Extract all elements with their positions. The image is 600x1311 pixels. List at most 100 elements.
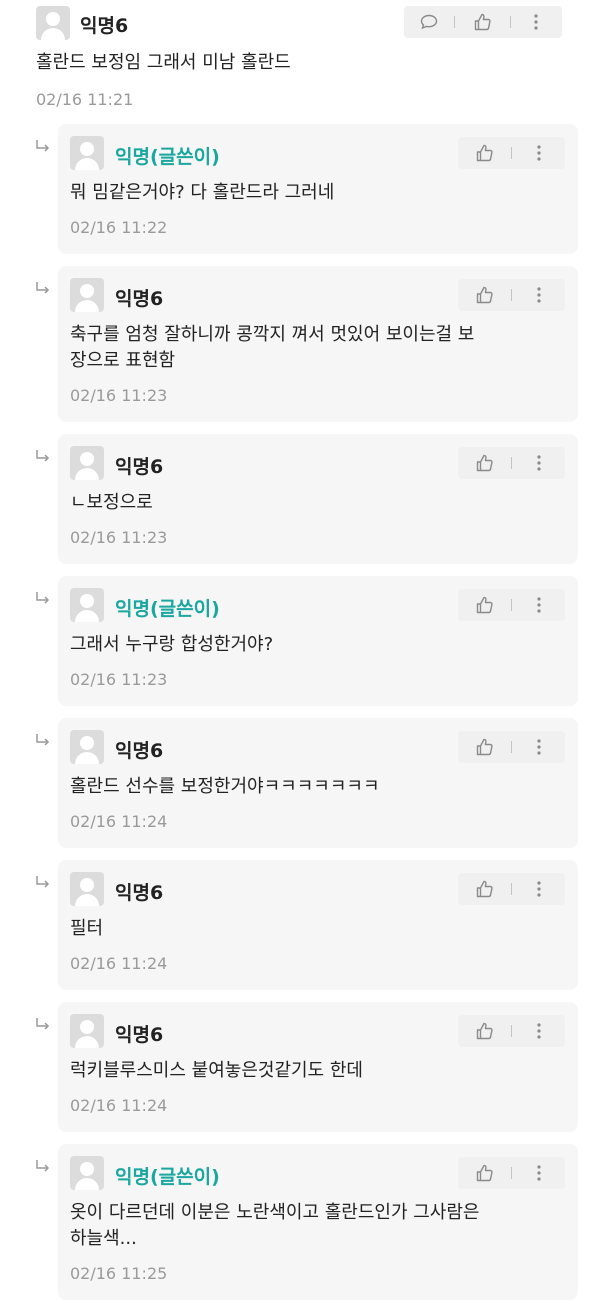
thumbs-up-icon xyxy=(476,144,493,162)
reply-text: ㄴ보정으로 xyxy=(70,492,153,513)
vertical-dots-icon xyxy=(536,287,541,303)
comment-author: 익명6 xyxy=(80,15,129,37)
reply-actions xyxy=(458,1015,565,1047)
thumbs-up-icon xyxy=(476,880,493,898)
avatar[interactable] xyxy=(70,136,104,170)
reply-actions xyxy=(458,1157,565,1189)
vertical-dots-icon xyxy=(536,739,541,755)
reply-time: 02/16 11:22 xyxy=(70,218,168,237)
reply-text: 필터 xyxy=(70,918,104,939)
reply-time: 02/16 11:23 xyxy=(70,386,168,405)
comment-time: 02/16 11:21 xyxy=(36,90,134,109)
reply-arrow-icon xyxy=(36,1018,50,1030)
reply-author: 익명(글쓴이) xyxy=(115,146,220,168)
thumbs-up-icon xyxy=(476,738,493,756)
avatar[interactable] xyxy=(70,446,104,480)
reply-author: 익명6 xyxy=(115,882,164,904)
like-button[interactable] xyxy=(458,731,511,763)
vertical-dots-icon xyxy=(536,1023,541,1039)
like-button[interactable] xyxy=(458,279,511,311)
reply-card: 익명6 축구를 엄청 잘하니까 콩깍지 껴서 멋있어 보이는걸 보 장으로 표현… xyxy=(58,266,578,422)
avatar[interactable] xyxy=(70,1156,104,1190)
like-button[interactable] xyxy=(458,589,511,621)
reply-text: 축구를 엄청 잘하니까 콩깍지 껴서 멋있어 보이는걸 보 장으로 표현함 xyxy=(70,324,475,371)
reply-time: 02/16 11:25 xyxy=(70,1264,168,1283)
reply-actions xyxy=(458,731,565,763)
avatar[interactable] xyxy=(70,588,104,622)
reply-author: 익명6 xyxy=(115,288,164,310)
avatar[interactable] xyxy=(70,278,104,312)
reply-author: 익명6 xyxy=(115,456,164,478)
reply-actions xyxy=(458,873,565,905)
more-button[interactable] xyxy=(512,1015,565,1047)
reply-arrow-icon xyxy=(36,734,50,746)
more-button[interactable] xyxy=(512,279,565,311)
thumbs-up-icon xyxy=(476,596,493,614)
avatar[interactable] xyxy=(36,6,70,40)
reply-text: 뭐 밈같은거야? 다 홀란드라 그러네 xyxy=(70,182,335,203)
reply-arrow-icon xyxy=(36,450,50,462)
reply-arrow-icon xyxy=(36,140,50,152)
more-button[interactable] xyxy=(512,137,565,169)
reply-actions xyxy=(458,589,565,621)
main-comment: 익명6 홀란드 보정임 그래서 미남 홀란드 02/16 11:21 xyxy=(0,0,600,122)
reply-text: 옷이 다르던데 이분은 노란색이고 홀란드인가 그사람은 하늘색... xyxy=(70,1202,480,1249)
more-button[interactable] xyxy=(511,6,561,38)
reply-button[interactable] xyxy=(404,6,454,38)
reply-author: 익명6 xyxy=(115,1024,164,1046)
reply-time: 02/16 11:23 xyxy=(70,670,168,689)
reply-arrow-icon xyxy=(36,1160,50,1172)
like-button[interactable] xyxy=(455,6,510,38)
avatar[interactable] xyxy=(70,1014,104,1048)
reply-actions xyxy=(458,137,565,169)
reply-card: 익명6 럭키블루스미스 붙여놓은것같기도 한데 02/16 11:24 xyxy=(58,1002,578,1132)
vertical-dots-icon xyxy=(536,881,541,897)
more-button[interactable] xyxy=(512,873,565,905)
more-button[interactable] xyxy=(512,1157,565,1189)
vertical-dots-icon xyxy=(534,14,538,30)
reply-text: 럭키블루스미스 붙여놓은것같기도 한데 xyxy=(70,1060,363,1081)
reply-actions xyxy=(458,279,565,311)
more-button[interactable] xyxy=(512,731,565,763)
thumbs-up-icon xyxy=(474,13,491,31)
like-button[interactable] xyxy=(458,447,511,479)
reply-time: 02/16 11:23 xyxy=(70,528,168,547)
like-button[interactable] xyxy=(458,137,511,169)
reply-text: 그래서 누구랑 합성한거야? xyxy=(70,634,274,655)
more-button[interactable] xyxy=(512,589,565,621)
thumbs-up-icon xyxy=(476,1022,493,1040)
thumbs-up-icon xyxy=(476,1164,493,1182)
reply-author: 익명6 xyxy=(115,740,164,762)
vertical-dots-icon xyxy=(536,1165,541,1181)
reply-time: 02/16 11:24 xyxy=(70,812,168,831)
avatar[interactable] xyxy=(70,872,104,906)
reply-arrow-icon xyxy=(36,592,50,604)
reply-arrow-icon xyxy=(36,876,50,888)
vertical-dots-icon xyxy=(536,455,541,471)
reply-card: 익명6 홀란드 선수를 보정한거야ㅋㅋㅋㅋㅋㅋㅋ 02/16 11:24 xyxy=(58,718,578,848)
reply-author: 익명(글쓴이) xyxy=(115,598,220,620)
reply-author: 익명(글쓴이) xyxy=(115,1166,220,1188)
reply-text: 홀란드 선수를 보정한거야ㅋㅋㅋㅋㅋㅋㅋ xyxy=(70,776,380,797)
speech-bubble-icon xyxy=(420,14,438,30)
like-button[interactable] xyxy=(458,1157,511,1189)
avatar[interactable] xyxy=(70,730,104,764)
like-button[interactable] xyxy=(458,873,511,905)
thumbs-up-icon xyxy=(476,286,493,304)
vertical-dots-icon xyxy=(536,597,541,613)
reply-card: 익명6 필터 02/16 11:24 xyxy=(58,860,578,990)
reply-card: 익명(글쓴이) 뭐 밈같은거야? 다 홀란드라 그러네 02/16 11:22 xyxy=(58,124,578,254)
reply-card: 익명6 ㄴ보정으로 02/16 11:23 xyxy=(58,434,578,564)
reply-actions xyxy=(458,447,565,479)
reply-arrow-icon xyxy=(36,282,50,294)
more-button[interactable] xyxy=(512,447,565,479)
reply-time: 02/16 11:24 xyxy=(70,1096,168,1115)
reply-card: 익명(글쓴이) 그래서 누구랑 합성한거야? 02/16 11:23 xyxy=(58,576,578,706)
comment-text: 홀란드 보정임 그래서 미남 홀란드 xyxy=(36,52,291,73)
like-button[interactable] xyxy=(458,1015,511,1047)
thumbs-up-icon xyxy=(476,454,493,472)
comment-actions xyxy=(404,6,562,38)
reply-time: 02/16 11:24 xyxy=(70,954,168,973)
reply-card: 익명(글쓴이) 옷이 다르던데 이분은 노란색이고 홀란드인가 그사람은 하늘색… xyxy=(58,1144,578,1300)
vertical-dots-icon xyxy=(536,145,541,161)
